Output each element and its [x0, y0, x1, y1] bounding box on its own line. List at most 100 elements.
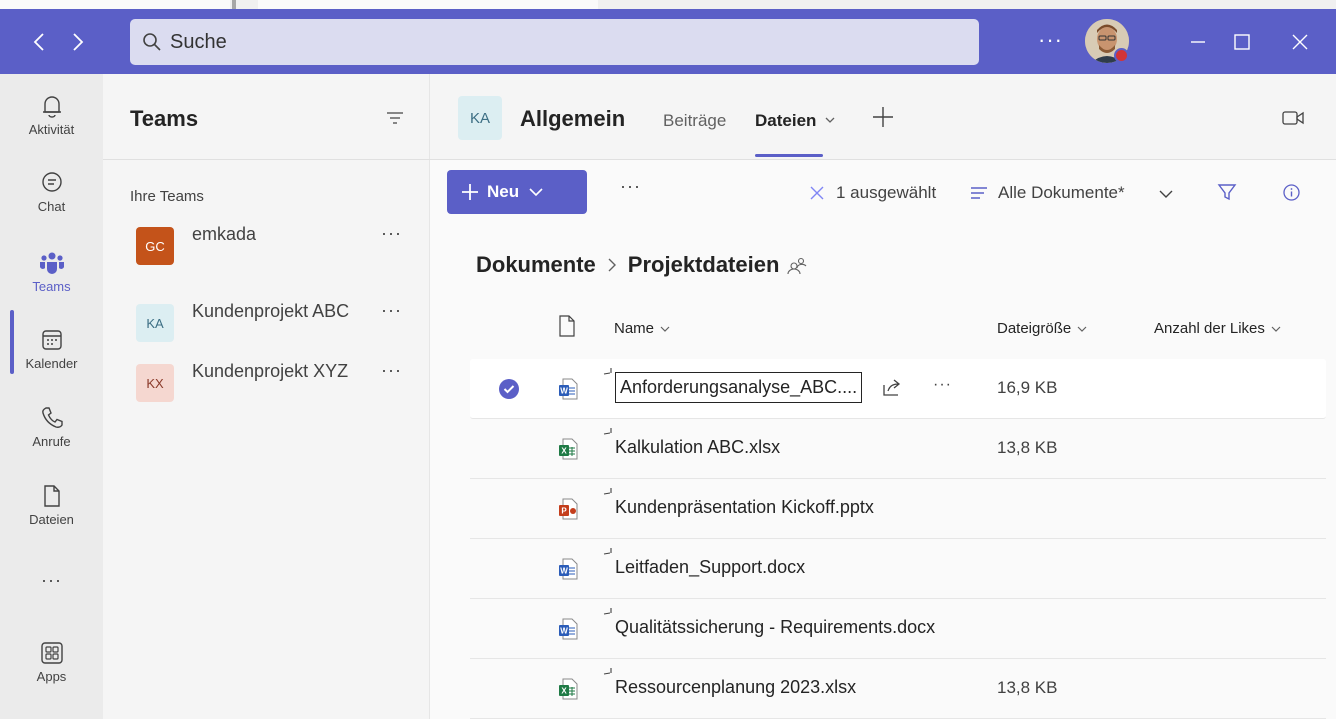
shared-people-icon: [787, 257, 807, 274]
team-name: Kundenprojekt XYZ: [192, 361, 349, 381]
file-name[interactable]: Ressourcenplanung 2023.xlsx: [615, 677, 856, 698]
search-icon: [143, 33, 161, 51]
breadcrumb-root[interactable]: Dokumente: [476, 252, 596, 278]
tab-files[interactable]: Dateien: [755, 111, 816, 131]
team-badge: KA: [136, 304, 174, 342]
chat-icon: [41, 172, 62, 192]
files-toolbar: Neu ··· 1 ausgewählt Alle Dokumente*: [430, 160, 1336, 220]
rail-item-teams[interactable]: Teams: [0, 249, 103, 294]
app-rail: Aktivität Chat Teams Kalender Anrufe Dat…: [0, 74, 103, 719]
team-item-kundenprojekt-xyz[interactable]: KX Kundenprojekt XYZ ···: [103, 358, 430, 404]
team-item-kundenprojekt-abc[interactable]: KA Kundenprojekt ABC ···: [103, 298, 430, 344]
close-button[interactable]: [1285, 27, 1315, 57]
background-window-segment: [0, 0, 230, 9]
filter-teams-button[interactable]: [385, 110, 405, 126]
channel-title: Allgemein: [520, 106, 626, 131]
new-button-label: Neu: [487, 182, 520, 201]
column-size-label: Dateigröße: [997, 320, 1072, 337]
column-likes[interactable]: Anzahl der Likes: [1154, 320, 1281, 337]
team-item-emkada[interactable]: GC emkada ···: [103, 221, 430, 267]
team-more-button[interactable]: ···: [381, 223, 402, 244]
column-name[interactable]: Name: [614, 320, 670, 337]
tab-files-menu[interactable]: [824, 114, 836, 126]
chevron-down-icon: [660, 326, 670, 332]
file-name[interactable]: Qualitätssicherung - Requirements.docx: [615, 617, 935, 638]
filter-button[interactable]: [1217, 182, 1237, 202]
plus-icon: [873, 107, 893, 127]
file-row[interactable]: X Ressourcenplanung 2023.xlsx 13,8 KB: [470, 659, 1326, 719]
background-window-divider: [232, 0, 236, 9]
search-placeholder: Suche: [170, 30, 227, 53]
team-more-button[interactable]: ···: [381, 360, 402, 381]
share-button[interactable]: [881, 376, 903, 398]
file-row[interactable]: P Kundenpräsentation Kickoff.pptx: [470, 479, 1326, 539]
view-selector-chevron[interactable]: [1159, 189, 1173, 199]
search-input[interactable]: Suche: [130, 19, 979, 65]
toolbar-more-button[interactable]: ···: [620, 176, 641, 197]
chevron-right-icon: [73, 33, 84, 51]
team-name: emkada: [192, 224, 257, 244]
file-name[interactable]: Kundenpräsentation Kickoff.pptx: [615, 497, 874, 518]
file-name[interactable]: Kalkulation ABC.xlsx: [615, 437, 780, 458]
chevron-down-icon: [1077, 326, 1087, 332]
column-size[interactable]: Dateigröße: [997, 320, 1087, 337]
new-button[interactable]: Neu: [447, 170, 587, 214]
chevron-down-icon: [825, 117, 835, 123]
rail-item-apps[interactable]: Apps: [0, 639, 103, 684]
minimize-button[interactable]: [1183, 27, 1213, 57]
svg-text:P: P: [561, 507, 567, 516]
rail-item-activity[interactable]: Aktivität: [0, 92, 103, 137]
rail-item-chat[interactable]: Chat: [0, 169, 103, 214]
column-header-row: Name Dateigröße Anzahl der Likes: [430, 312, 1336, 356]
file-size: 13,8 KB: [997, 678, 1058, 697]
maximize-button[interactable]: [1227, 27, 1257, 57]
rail-item-label: Teams: [32, 279, 71, 294]
rail-item-files[interactable]: Dateien: [0, 482, 103, 527]
file-name[interactable]: Leitfaden_Support.docx: [615, 557, 805, 578]
team-more-button[interactable]: ···: [381, 300, 402, 321]
file-row[interactable]: W Qualitätssicherung - Requirements.docx: [470, 599, 1326, 659]
chevron-right-icon: [608, 258, 616, 272]
teams-icon: [39, 252, 64, 274]
breadcrumb: Dokumente Projektdateien: [476, 252, 807, 278]
chevron-down-icon: [529, 188, 543, 197]
tab-posts[interactable]: Beiträge: [663, 111, 726, 131]
share-icon: [883, 379, 901, 396]
file-name[interactable]: Anforderungsanalyse_ABC....: [615, 372, 863, 403]
team-badge: KX: [136, 364, 174, 402]
svg-text:W: W: [560, 387, 568, 396]
rail-item-label: Aktivität: [28, 122, 75, 137]
view-selector[interactable]: Alle Dokumente*: [998, 183, 1125, 203]
selection-count: 1 ausgewählt: [836, 183, 937, 202]
bell-icon: [42, 96, 61, 118]
breadcrumb-current: Projektdateien: [627, 252, 780, 277]
chevron-down-icon: [1159, 190, 1173, 198]
file-row[interactable]: W Anforderungsanalyse_ABC.... ··· 16,9 K…: [470, 359, 1326, 419]
row-checkbox[interactable]: [499, 379, 519, 399]
back-button[interactable]: [30, 30, 50, 54]
clear-selection-button[interactable]: [810, 186, 824, 200]
meet-button[interactable]: [1281, 109, 1305, 127]
file-row[interactable]: W Leitfaden_Support.docx: [470, 539, 1326, 599]
forward-button[interactable]: [67, 30, 87, 54]
settings-more-button[interactable]: ···: [1038, 27, 1063, 53]
rail-item-calls[interactable]: Anrufe: [0, 404, 103, 449]
team-badge: GC: [136, 227, 174, 265]
powerpoint-file-icon: P: [559, 498, 578, 520]
rail-item-more[interactable]: ···: [0, 568, 103, 591]
checkmark-icon: [503, 385, 515, 394]
team-name: Kundenprojekt ABC: [192, 301, 350, 321]
rail-item-calendar[interactable]: Kalender: [0, 326, 103, 371]
phone-icon: [41, 407, 63, 428]
file-type-column-icon: [559, 315, 575, 337]
file-row[interactable]: X Kalkulation ABC.xlsx 13,8 KB: [470, 419, 1326, 479]
channel-header: KA Allgemein Beiträge Dateien: [430, 74, 1336, 160]
rail-item-label: Apps: [36, 669, 67, 684]
rail-item-label: Dateien: [29, 512, 74, 527]
view-icon: [970, 187, 988, 199]
add-tab-button[interactable]: [870, 104, 896, 130]
word-file-icon: W: [559, 558, 578, 580]
file-size: 13,8 KB: [997, 438, 1058, 457]
info-button[interactable]: [1282, 183, 1301, 202]
row-more-button[interactable]: ···: [933, 376, 952, 394]
